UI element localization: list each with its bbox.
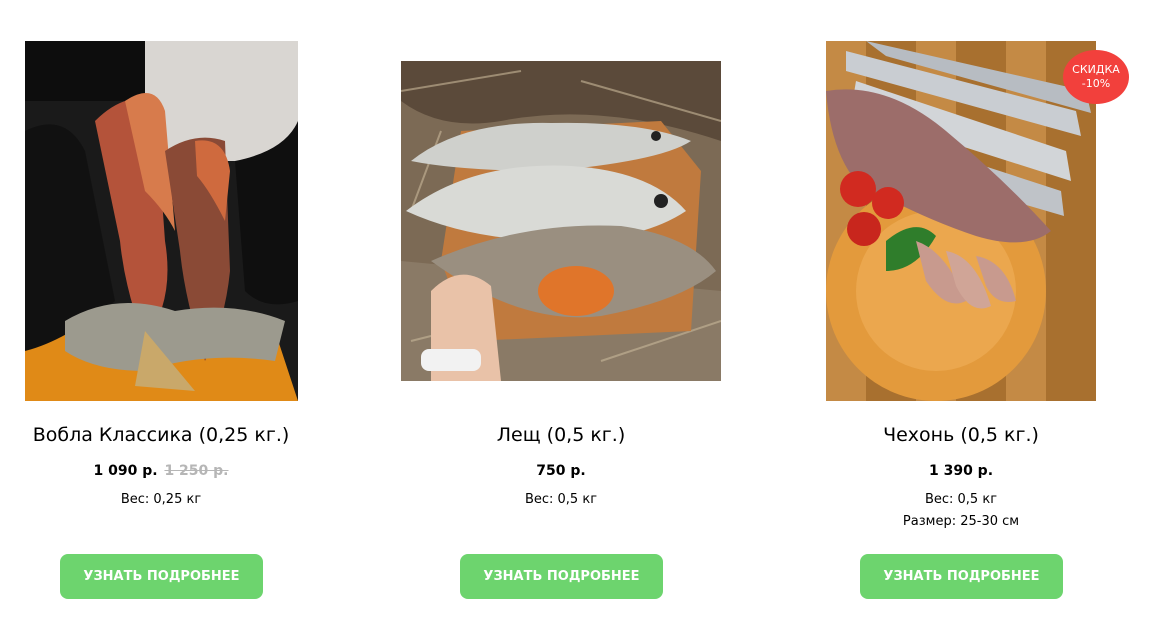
weight-label: Вес: 0,5 кг [924,492,998,507]
price-row: 750 р. [381,461,741,481]
size-label: Размер: 25-30 см [902,514,1020,529]
old-price: 1 250 р. [164,463,229,479]
product-image-lesch[interactable] [401,61,721,381]
product-card-chekhon[interactable]: СКИДКА -10% Чехонь (0,5 кг.) 1 390 р. Ве… [781,0,1141,626]
product-title[interactable]: Чехонь (0,5 кг.) [781,422,1141,448]
price-row: 1 090 р. 1 250 р. [0,461,341,481]
weight-label: Вес: 0,25 кг [120,492,202,507]
current-price: 750 р. [536,463,586,479]
current-price: 1 390 р. [928,463,994,479]
discount-badge-value: -10% [1081,77,1111,90]
discount-badge: СКИДКА -10% [1063,50,1129,104]
weight-label: Вес: 0,5 кг [524,492,598,507]
product-card-vobla[interactable]: Вобла Классика (0,25 кг.) 1 090 р. 1 250… [0,0,360,626]
current-price: 1 090 р. [93,463,158,479]
learn-more-button[interactable]: УЗНАТЬ ПОДРОБНЕЕ [460,554,663,599]
product-title[interactable]: Вобла Классика (0,25 кг.) [0,422,341,448]
product-title[interactable]: Лещ (0,5 кг.) [381,422,741,448]
learn-more-button[interactable]: УЗНАТЬ ПОДРОБНЕЕ [60,554,263,599]
product-card-lesch[interactable]: Лещ (0,5 кг.) 750 р. Вес: 0,5 кг УЗНАТЬ … [381,0,741,626]
product-image-chekhon[interactable] [826,41,1096,401]
product-image-vobla[interactable] [25,41,298,401]
price-row: 1 390 р. [781,461,1141,481]
discount-badge-label: СКИДКА [1072,63,1120,76]
learn-more-button[interactable]: УЗНАТЬ ПОДРОБНЕЕ [860,554,1063,599]
